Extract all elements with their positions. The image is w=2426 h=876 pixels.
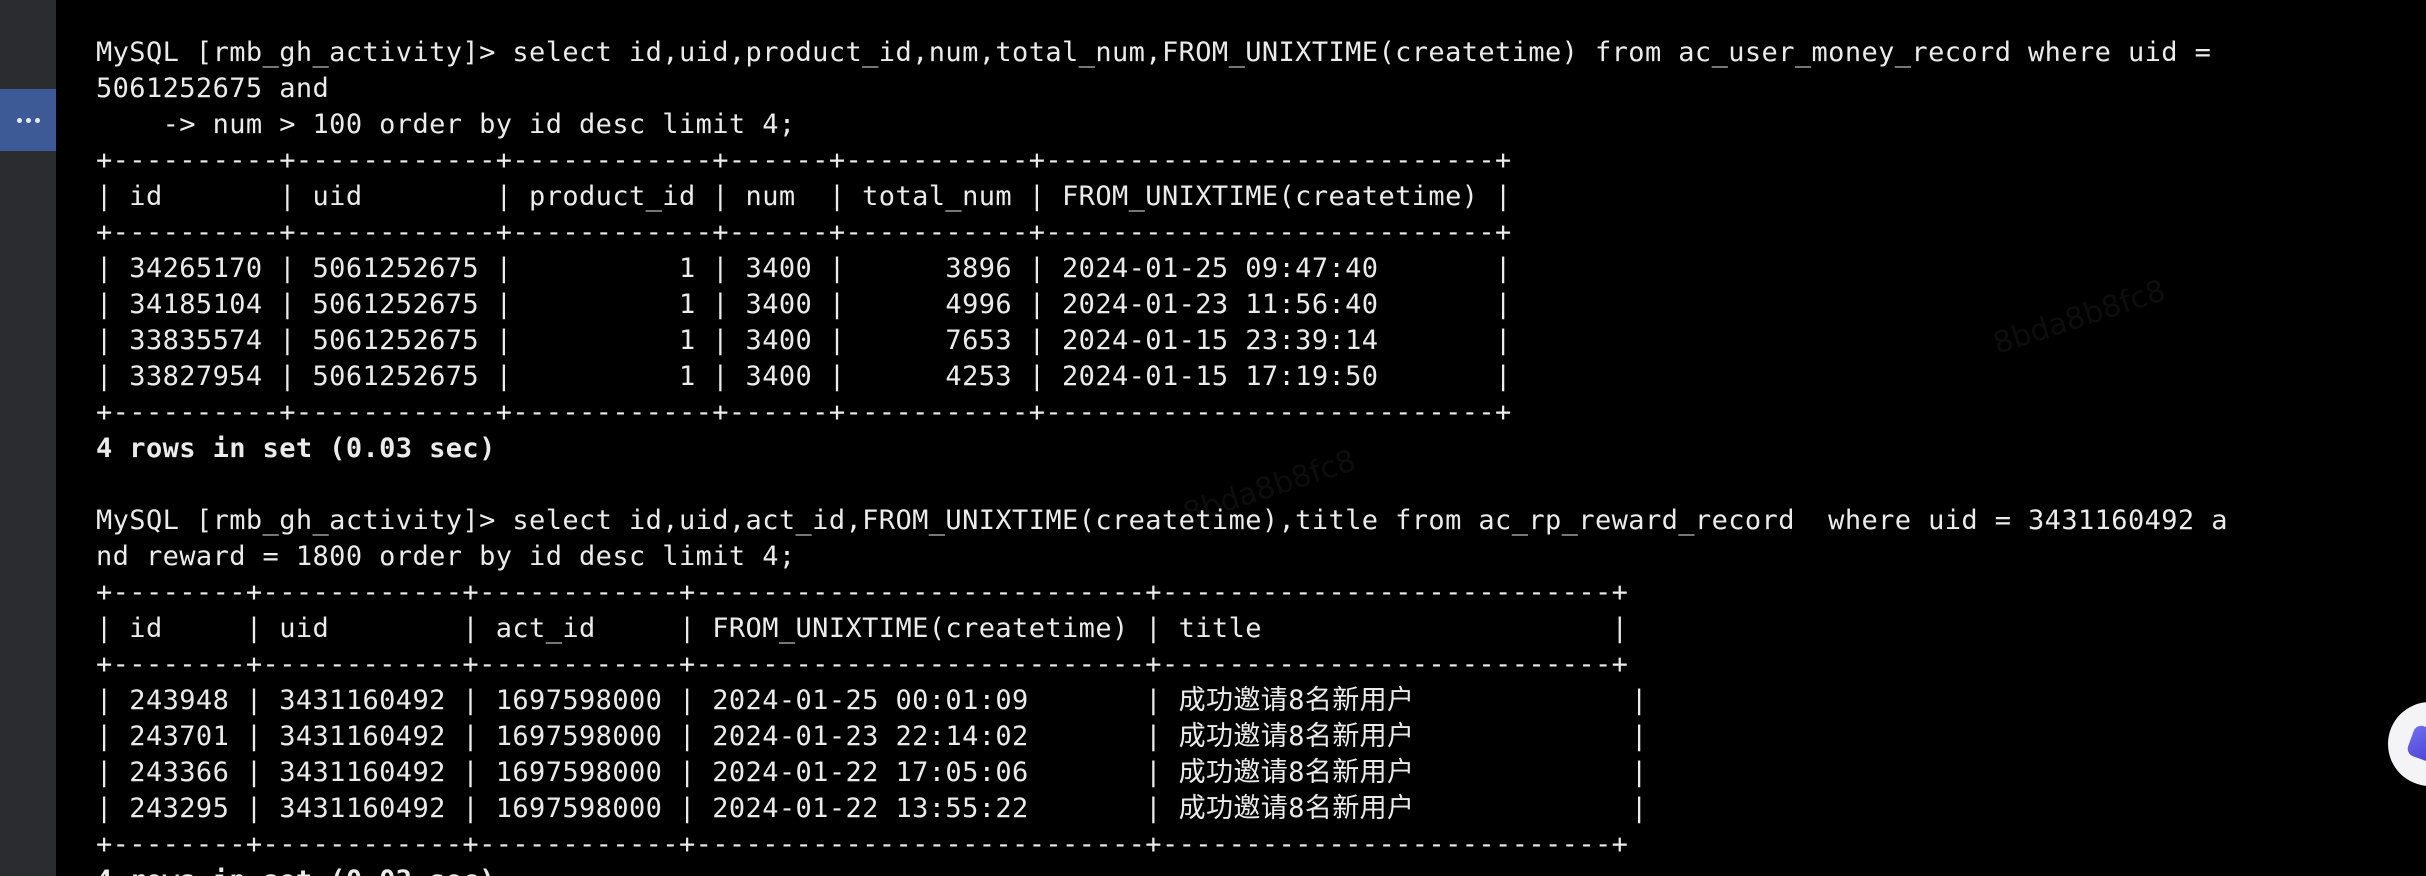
table-border: +--------+------------+------------+----… — [96, 649, 1629, 680]
table-border: +--------+------------+------------+----… — [96, 577, 1629, 608]
terminal-output[interactable]: MySQL [rmb_gh_activity]> select id,uid,p… — [96, 35, 2396, 876]
more-dots-icon — [16, 117, 40, 123]
table-row: | 243295 | 3431160492 | 1697598000 | 202… — [96, 793, 1648, 824]
table-row: | 33835574 | 5061252675 | 1 | 3400 | 765… — [96, 325, 1512, 356]
table-header-row: | id | uid | act_id | FROM_UNIXTIME(crea… — [96, 613, 1629, 644]
table-border: +----------+------------+------------+--… — [96, 397, 1512, 428]
terminal-line-prompt: MySQL [rmb_gh_activity]> select id,uid,p… — [96, 37, 2212, 68]
table-border: +--------+------------+------------+----… — [96, 829, 1629, 860]
sidebar — [0, 0, 56, 876]
terminal-line-continuation: -> num > 100 order by id desc limit 4; — [96, 109, 796, 140]
table-row: | 34265170 | 5061252675 | 1 | 3400 | 389… — [96, 253, 1512, 284]
table-row: | 243701 | 3431160492 | 1697598000 | 202… — [96, 721, 1648, 752]
terminal-line-prompt-wrap: nd reward = 1800 order by id desc limit … — [96, 541, 796, 572]
table-row: | 33827954 | 5061252675 | 1 | 3400 | 425… — [96, 361, 1512, 392]
terminal-line-prompt: MySQL [rmb_gh_activity]> select id,uid,a… — [96, 505, 2228, 536]
table-header-row: | id | uid | product_id | num | total_nu… — [96, 181, 1512, 212]
table-row: | 243366 | 3431160492 | 1697598000 | 202… — [96, 757, 1648, 788]
terminal-line-prompt-wrap: 5061252675 and — [96, 73, 330, 104]
table-row: | 243948 | 3431160492 | 1697598000 | 202… — [96, 685, 1648, 716]
more-options-tab[interactable] — [0, 89, 56, 151]
result-summary: 4 rows in set (0.03 sec) — [96, 433, 496, 464]
table-row: | 34185104 | 5061252675 | 1 | 3400 | 499… — [96, 289, 1512, 320]
table-border: +----------+------------+------------+--… — [96, 217, 1512, 248]
table-border: +----------+------------+------------+--… — [96, 145, 1512, 176]
result-summary: 4 rows in set (0.02 sec) — [96, 863, 2396, 876]
assistant-logo-icon — [2405, 723, 2426, 765]
